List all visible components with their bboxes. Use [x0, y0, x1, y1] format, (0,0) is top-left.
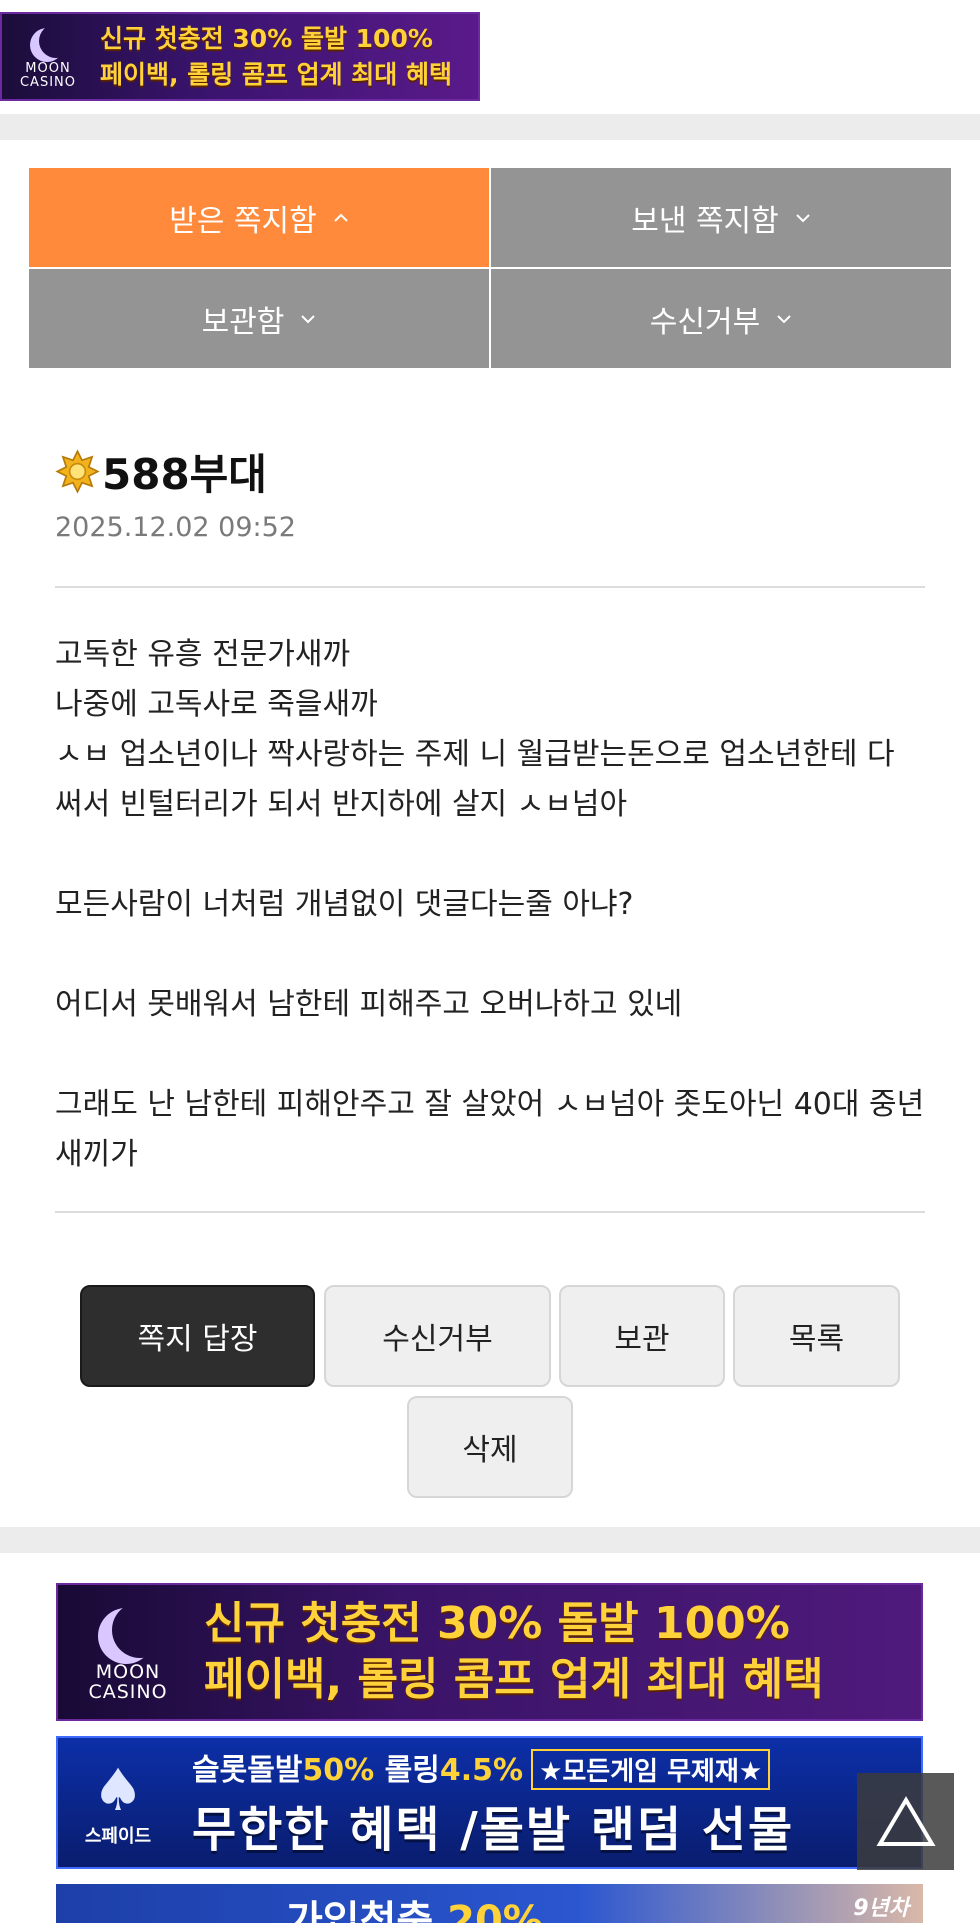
banner-badge: ★모든게임 무제재★: [531, 1749, 771, 1790]
body-line: 모든사람이 너처럼 개념없이 댓글다는줄 아냐?: [55, 887, 634, 922]
tab-archive[interactable]: 보관함: [29, 269, 489, 368]
gold-level-badge-icon: [55, 448, 100, 494]
logo-text-casino: CASINO: [88, 1681, 168, 1703]
banner-line-2: 무한한 혜택 /돌발 랜덤 선물: [192, 1802, 795, 1858]
body-line: 나중에 고독사로 죽을새까: [55, 687, 378, 722]
banner-line-2: 페이백, 롤링 콤프 업계 최대 혜택: [204, 1654, 824, 1705]
chevron-up-icon: [334, 213, 348, 222]
banner-text-part: 4.5%: [439, 1753, 524, 1788]
banner-text-part: 20%: [447, 1898, 543, 1923]
message-sender: 588부대: [55, 442, 925, 500]
crescent-moon-icon: [39, 24, 73, 58]
body-line: [55, 930, 925, 980]
section-divider: [0, 1527, 980, 1553]
ad-banner-third[interactable]: 가입첫충 20% 9년차: [56, 1884, 923, 1923]
logo-text-moon: MOON: [95, 1661, 161, 1683]
divider: [55, 1211, 925, 1213]
divider: [55, 586, 925, 588]
banner-line-2: 페이백, 롤링 콤프 업계 최대 혜택: [100, 59, 453, 89]
spade-logo-text: 스페이드: [84, 1825, 152, 1847]
spade-icon: ♠: [92, 1755, 144, 1824]
logo-text-casino: CASINO: [19, 74, 76, 90]
body-line: ㅅㅂ 업소년이나 짝사랑하는 주제 니 월급받는돈으로 업소년한테 다 써서 빈…: [55, 737, 905, 822]
tab-blocked[interactable]: 수신거부: [491, 269, 951, 368]
tab-sent-messages[interactable]: 보낸 쪽지함: [491, 168, 951, 267]
mailbox-tabs: 받은 쪽지함 보낸 쪽지함 보관함 수신거부: [29, 168, 951, 368]
banner-line-1: 신규 첫충전 30% 돌발 100%: [204, 1598, 790, 1649]
spade-logo: ♠ 스페이드: [58, 1738, 178, 1867]
list-button[interactable]: 목록: [733, 1285, 900, 1387]
banner-text-part: 슬롯돌발: [192, 1753, 303, 1788]
reply-button[interactable]: 쪽지 답장: [80, 1285, 315, 1387]
logo-text-moon: MOON: [25, 60, 71, 76]
banner-text-part: 50%: [302, 1753, 375, 1788]
delete-button[interactable]: 삭제: [407, 1396, 573, 1498]
banner-text-part: 가입첫충: [286, 1898, 448, 1923]
message-body: 고독한 유흥 전문가새까 나중에 고독사로 죽을새까 ㅅㅂ 업소년이나 짝사랑하…: [55, 630, 925, 1180]
banner-copy: 슬롯돌발50% 롤링4.5% ★모든게임 무제재★ 무한한 혜택 /돌발 랜덤 선…: [178, 1745, 921, 1860]
triangle-up-icon: [875, 1795, 936, 1846]
banner-line-1: 슬롯돌발50% 롤링4.5% ★모든게임 무제재★: [192, 1745, 771, 1790]
scroll-to-top-button[interactable]: [857, 1773, 954, 1870]
banner-copy: 가입첫충 20%: [286, 1888, 543, 1923]
tab-label: 보낸 쪽지함: [631, 203, 779, 239]
banner-line-1: 신규 첫충전 30% 돌발 100%: [100, 23, 433, 53]
sender-name[interactable]: 588부대: [102, 441, 267, 502]
tab-label: 수신거부: [649, 304, 761, 340]
ad-banner-moon-casino[interactable]: MOON CASINO 신규 첫충전 30% 돌발 100% 페이백, 롤링 콤…: [56, 1583, 923, 1721]
body-line: 고독한 유흥 전문가새까: [55, 637, 351, 672]
chevron-down-icon: [301, 314, 316, 323]
tab-received-messages[interactable]: 받은 쪽지함: [29, 168, 489, 267]
body-line: [55, 830, 925, 880]
section-divider: [0, 114, 980, 140]
ad-banner-spade[interactable]: ♠ 스페이드 슬롯돌발50% 롤링4.5% ★모든게임 무제재★ 무한한 혜택 /…: [56, 1736, 923, 1869]
body-line: 그래도 난 남한테 피해안주고 잘 살았어 ㅅㅂ넘아 좃도아닌 40대 중년새끼…: [55, 1087, 925, 1172]
body-line: 어디서 못배워서 남한테 피해주고 오버나하고 있네: [55, 987, 683, 1022]
crescent-moon-icon: [112, 1602, 168, 1658]
message-date: 2025.12.02 09:52: [55, 512, 296, 543]
block-sender-button[interactable]: 수신거부: [324, 1285, 551, 1387]
chevron-down-icon: [777, 314, 791, 323]
moon-casino-logo: MOON CASINO: [58, 1585, 198, 1719]
top-ad-banner-moon-casino[interactable]: MOON CASINO 신규 첫충전 30% 돌발 100% 페이백, 롤링 콤…: [0, 12, 480, 101]
banner-years-badge: 9년차: [853, 1896, 909, 1921]
tab-label: 보관함: [201, 304, 285, 340]
body-line: [55, 1030, 925, 1080]
moon-casino-logo: MOON CASINO: [2, 14, 94, 99]
chevron-down-icon: [796, 213, 810, 222]
banner-copy: 신규 첫충전 30% 돌발 100% 페이백, 롤링 콤프 업계 최대 혜택: [198, 1596, 921, 1708]
tab-label: 받은 쪽지함: [169, 203, 317, 239]
banner-copy: 신규 첫충전 30% 돌발 100% 페이백, 롤링 콤프 업계 최대 혜택: [94, 21, 478, 93]
banner-text-part: 롤링: [374, 1753, 440, 1788]
archive-button[interactable]: 보관: [559, 1285, 725, 1387]
